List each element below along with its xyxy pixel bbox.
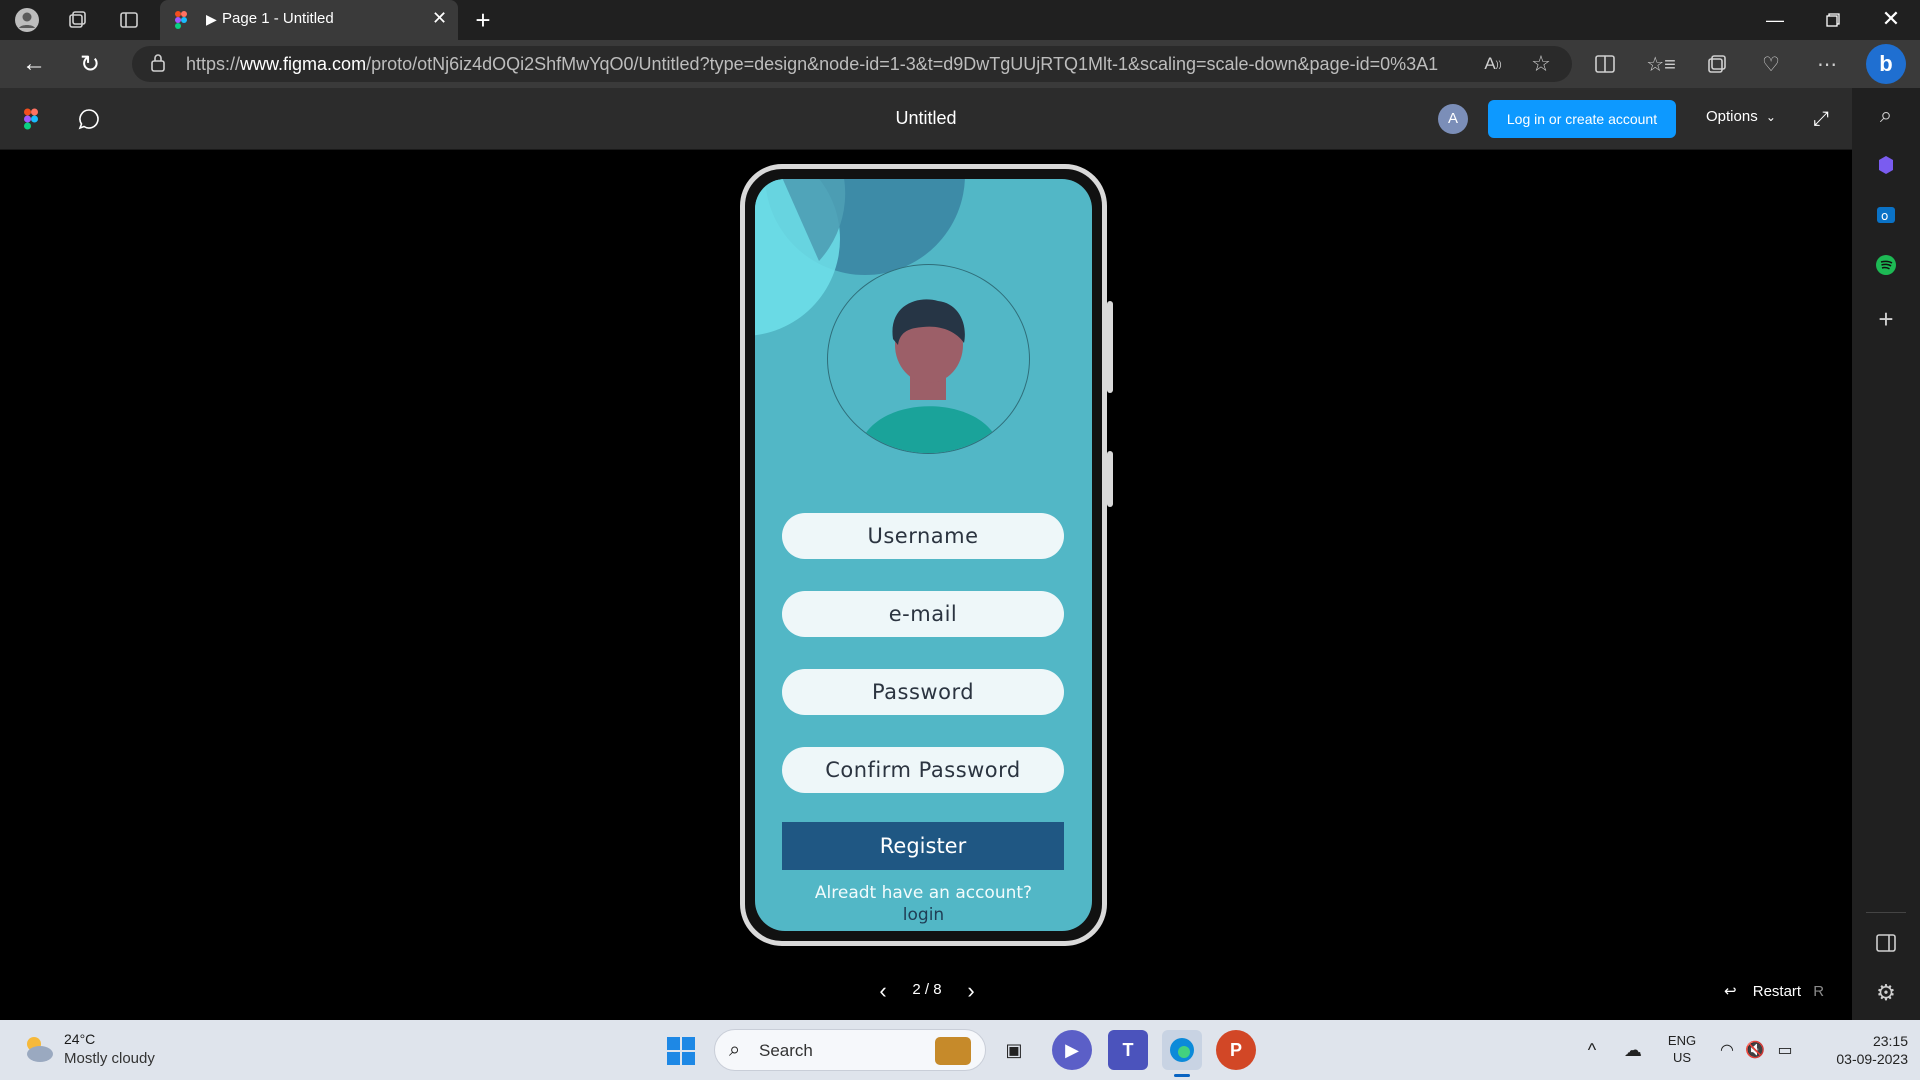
tab-actions-icon[interactable] <box>114 6 144 34</box>
figma-logo-icon[interactable] <box>20 106 42 132</box>
phone-screen: Username e-mail Password Confirm Passwor… <box>755 179 1092 931</box>
search-highlight-icon <box>935 1037 971 1065</box>
tab-active[interactable]: ▶ Page 1 - Untitled ✕ <box>160 0 458 40</box>
email-field[interactable]: e-mail <box>782 591 1064 637</box>
svg-text:o: o <box>1881 209 1888 223</box>
favorites-icon[interactable]: ☆≡ <box>1646 50 1676 78</box>
more-menu-icon[interactable]: ⋯ <box>1812 50 1842 78</box>
comment-icon[interactable] <box>74 104 104 134</box>
cloud-sun-icon <box>27 1037 53 1062</box>
profile-icon[interactable] <box>12 6 42 34</box>
weather-widget[interactable]: 24°C Mostly cloudy <box>18 1028 178 1072</box>
start-windows-icon[interactable] <box>662 1032 700 1070</box>
close-window-icon[interactable]: ✕ <box>1876 4 1906 34</box>
back-icon[interactable]: ← <box>18 50 50 78</box>
favorite-star-icon[interactable]: ☆ <box>1526 50 1556 78</box>
search-icon: ⌕ <box>729 1039 741 1061</box>
register-button[interactable]: Register <box>782 822 1064 870</box>
tab-bar: ▶ Page 1 - Untitled ✕ + — ✕ <box>0 0 1920 40</box>
url-prefix: https:// <box>186 54 241 74</box>
confirm-password-field[interactable]: Confirm Password <box>782 747 1064 793</box>
previous-frame-icon[interactable]: ‹ <box>868 976 898 1006</box>
phone-side-button <box>1107 451 1113 507</box>
read-aloud-icon[interactable]: A)) <box>1478 50 1508 78</box>
phone-frame: Username e-mail Password Confirm Passwor… <box>740 164 1113 946</box>
fullscreen-icon[interactable]: ⤢ <box>1806 104 1836 134</box>
chevron-down-icon: ⌄ <box>1765 110 1776 124</box>
next-frame-icon[interactable]: › <box>956 976 986 1006</box>
new-tab-icon[interactable]: + <box>468 4 498 36</box>
bing-copilot-icon[interactable]: b <box>1866 44 1906 84</box>
lock-icon <box>150 46 166 82</box>
username-field[interactable]: Username <box>782 513 1064 559</box>
powerpoint-icon[interactable]: P <box>1216 1030 1256 1070</box>
url-field[interactable]: https://www.figma.com/proto/otNj6iz4dOQi… <box>132 46 1572 82</box>
restart-button[interactable]: ↩ Restart R <box>1724 982 1824 1000</box>
address-bar: ← ↻ https://www.figma.com/proto/otNj6iz4… <box>0 40 1920 88</box>
spotify-icon[interactable] <box>1870 250 1902 280</box>
region-code: US <box>1672 1050 1692 1065</box>
weather-temp: 24°C <box>64 1031 96 1047</box>
edge-browser-icon[interactable] <box>1162 1030 1202 1070</box>
copilot-icon[interactable] <box>1870 150 1902 180</box>
teams-chat-icon[interactable]: ▶ <box>1052 1030 1092 1070</box>
taskbar-search[interactable]: ⌕ Search <box>714 1029 986 1071</box>
play-icon: ▶ <box>206 11 217 27</box>
onedrive-icon[interactable]: ☁ <box>1618 1036 1648 1064</box>
hide-sidebar-icon[interactable] <box>1870 928 1902 958</box>
edge-sidebar: ⌕ o + ⚙ <box>1852 88 1920 1020</box>
avatar-circle <box>827 264 1030 454</box>
figma-favicon-icon <box>174 10 188 30</box>
figma-toolbar: Untitled A Log in or create account Opti… <box>0 88 1852 150</box>
phone-side-button <box>1107 301 1113 393</box>
battery-icon[interactable]: ▭ <box>1772 1036 1798 1064</box>
restart-arrow-icon: ↩ <box>1724 983 1737 1000</box>
language-code: ENG <box>1667 1033 1697 1048</box>
url-path: /proto/otNj6iz4dOQi2ShfMwYqO0/Untitled?t… <box>366 54 1439 74</box>
collections-toolbar-icon[interactable] <box>1702 50 1732 78</box>
sidebar-divider <box>1866 912 1906 913</box>
restart-label: Restart <box>1752 983 1802 1000</box>
login-link[interactable]: login <box>755 905 1092 925</box>
already-account-text: Alreadt have an account? <box>814 883 1033 903</box>
teams-icon[interactable]: T <box>1108 1030 1148 1070</box>
language-indicator[interactable]: ENG US <box>1664 1032 1700 1066</box>
url-domain: www.figma.com <box>240 54 367 74</box>
wifi-icon[interactable]: ◠ <box>1714 1036 1740 1064</box>
outlook-icon[interactable]: o <box>1870 200 1902 230</box>
restore-icon[interactable] <box>1818 6 1848 34</box>
active-app-indicator <box>1174 1074 1190 1077</box>
restart-shortcut: R <box>1813 983 1825 1000</box>
volume-muted-icon[interactable]: 🔇 <box>1742 1036 1768 1064</box>
options-menu[interactable]: Options ⌄ <box>1706 108 1776 125</box>
refresh-icon[interactable]: ↻ <box>74 50 106 78</box>
prototype-title: Untitled <box>895 108 957 128</box>
show-hidden-icons[interactable]: ^ <box>1578 1036 1606 1064</box>
weather-desc: Mostly cloudy <box>64 1050 155 1067</box>
avatar[interactable]: A <box>1438 104 1468 134</box>
sidebar-search-icon[interactable]: ⌕ <box>1870 100 1902 130</box>
tab-title: Page 1 - Untitled <box>222 10 334 27</box>
close-tab-icon[interactable]: ✕ <box>432 8 447 29</box>
performance-icon[interactable]: ♡ <box>1756 50 1786 78</box>
clock-date: 03-09-2023 <box>1836 1051 1908 1067</box>
windows-taskbar: 24°C Mostly cloudy ⌕ Search ▣ ▶ T P ^ ☁ … <box>0 1020 1920 1080</box>
search-placeholder: Search <box>759 1041 813 1060</box>
split-screen-icon[interactable] <box>1590 50 1620 78</box>
minimize-icon[interactable]: — <box>1760 6 1790 34</box>
login-button[interactable]: Log in or create account <box>1488 100 1676 138</box>
add-sidebar-app-icon[interactable]: + <box>1870 304 1902 334</box>
page-counter: 2 / 8 <box>912 981 942 998</box>
options-label: Options <box>1706 108 1758 125</box>
collections-icon[interactable] <box>62 6 92 34</box>
task-view-icon[interactable]: ▣ <box>994 1030 1034 1070</box>
clock[interactable]: 23:15 03-09-2023 <box>1812 1032 1908 1068</box>
settings-gear-icon[interactable]: ⚙ <box>1870 978 1902 1008</box>
clock-time: 23:15 <box>1872 1033 1908 1049</box>
user-avatar-icon <box>858 299 1001 453</box>
password-field[interactable]: Password <box>782 669 1064 715</box>
